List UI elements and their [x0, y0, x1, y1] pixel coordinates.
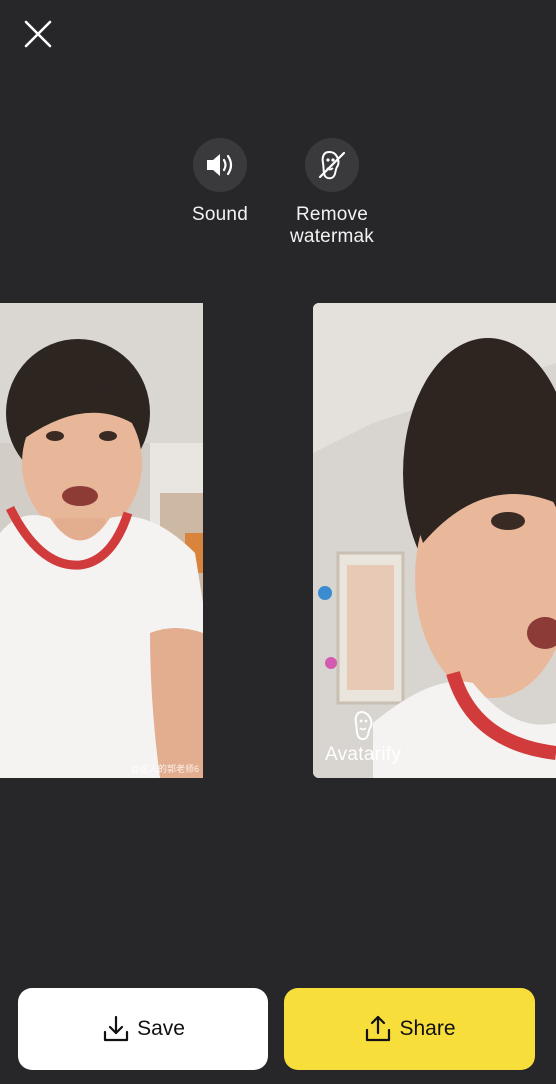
- original-video-preview[interactable]: @这人的郭老师6: [0, 303, 203, 778]
- download-icon: [101, 1014, 131, 1044]
- watermark-icon-wrap: [305, 138, 359, 192]
- share-icon: [363, 1014, 393, 1044]
- save-label: Save: [137, 1017, 185, 1040]
- share-button[interactable]: Share: [284, 988, 535, 1070]
- remove-watermark-label: Remove watermak: [290, 204, 374, 247]
- close-button[interactable]: [18, 14, 58, 54]
- avatar-no-watermark-icon: [318, 150, 346, 180]
- options-bar: Sound Remove watermak: [0, 138, 556, 258]
- sound-icon-wrap: [193, 138, 247, 192]
- speaker-icon: [207, 154, 233, 176]
- save-button[interactable]: Save: [18, 988, 268, 1070]
- remove-watermark-toggle[interactable]: Remove watermak: [272, 138, 392, 248]
- avatarify-logo-icon: [354, 710, 373, 741]
- avatarify-watermark-text: Avatarify: [325, 744, 402, 765]
- avatarified-video-preview[interactable]: Avatarify: [313, 303, 556, 778]
- sound-toggle[interactable]: Sound: [172, 138, 268, 226]
- original-video-frame: [0, 303, 203, 778]
- screen: Sound Remove watermak @这人的郭老师6 Avatarify…: [0, 0, 556, 1084]
- avatarify-watermark: Avatarify: [325, 710, 401, 766]
- sound-label: Sound: [192, 204, 248, 225]
- source-credit: @这人的郭老师6: [130, 764, 199, 774]
- share-label: Share: [399, 1017, 456, 1040]
- close-icon: [24, 20, 52, 48]
- avatarified-video-frame: [313, 303, 556, 778]
